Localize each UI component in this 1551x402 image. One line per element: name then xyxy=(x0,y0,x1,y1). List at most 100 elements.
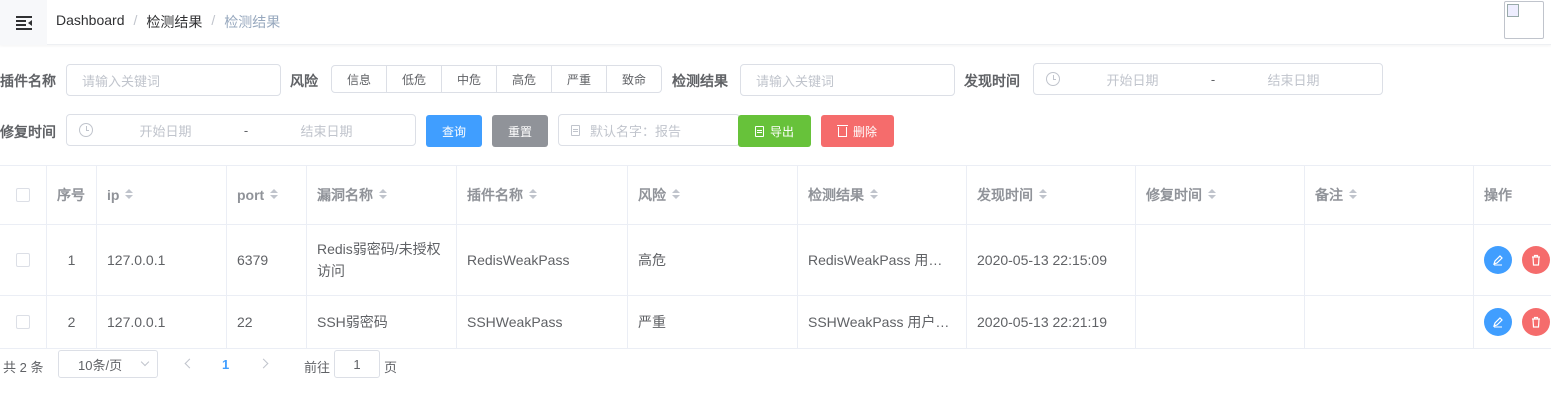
menu-fold-icon xyxy=(15,15,32,30)
cell-vuln-name: SSH弱密码 xyxy=(307,296,457,348)
col-header-found-time[interactable]: 发现时间 xyxy=(967,166,1136,224)
sort-icon[interactable] xyxy=(270,189,279,201)
goto-label: 前往 xyxy=(304,360,331,375)
trash-icon xyxy=(836,125,848,137)
cell-vuln-name: Redis弱密码/未授权访问 xyxy=(307,225,457,295)
col-header-check-result[interactable]: 检测结果 xyxy=(798,166,967,224)
edit-icon xyxy=(1493,255,1503,266)
cell-risk: 高危 xyxy=(628,225,798,295)
cell-repair-time xyxy=(1136,296,1305,348)
check-result-label: 检测结果 xyxy=(672,73,728,89)
row-checkbox[interactable] xyxy=(16,315,30,329)
sort-icon[interactable] xyxy=(529,189,537,201)
table-row: 1 127.0.0.1 6379 Redis弱密码/未授权访问 RedisWea… xyxy=(0,225,1551,296)
plugin-name-label: 插件名称 xyxy=(0,73,56,89)
chevron-down-icon xyxy=(140,357,150,367)
risk-option-fatal[interactable]: 致命 xyxy=(607,65,662,93)
risk-option-high[interactable]: 高危 xyxy=(497,65,552,93)
risk-option-info[interactable]: 信息 xyxy=(331,65,387,93)
repair-time-label: 修复时间 xyxy=(0,124,56,140)
risk-option-low[interactable]: 低危 xyxy=(387,65,442,93)
col-header-repair-time[interactable]: 修复时间 xyxy=(1136,166,1305,224)
breadcrumb-parent[interactable]: 检测结果 xyxy=(146,12,202,32)
pagination: 共 2 条 10条/页 1 前往 1 页 xyxy=(0,349,1551,381)
breadcrumb-separator: / xyxy=(211,12,216,28)
edit-icon xyxy=(1493,317,1503,328)
col-header-index: 序号 xyxy=(47,166,97,224)
risk-label: 风险 xyxy=(290,73,318,89)
next-page-icon[interactable] xyxy=(258,358,269,369)
risk-option-severe[interactable]: 严重 xyxy=(552,65,607,93)
cell-check-result: RedisWeakPass 用户名： xyxy=(798,225,967,295)
sort-icon[interactable] xyxy=(1208,189,1216,201)
cell-port: 22 xyxy=(227,296,307,348)
col-header-note[interactable]: 备注 xyxy=(1305,166,1474,224)
top-navbar: Dashboard / 检测结果 / 检测结果 xyxy=(0,0,1551,45)
cell-actions xyxy=(1474,296,1551,348)
check-result-input[interactable]: 请输入关键词 xyxy=(740,64,955,96)
breadcrumb-dashboard[interactable]: Dashboard xyxy=(56,12,125,32)
document-icon xyxy=(571,124,580,136)
delete-row-button[interactable] xyxy=(1522,246,1550,274)
breadcrumb: Dashboard / 检测结果 / 检测结果 xyxy=(56,12,280,32)
delete-row-button[interactable] xyxy=(1522,308,1550,336)
reset-button[interactable]: 重置 xyxy=(492,115,548,147)
sort-icon[interactable] xyxy=(672,189,680,201)
edit-button[interactable] xyxy=(1484,246,1512,274)
select-all-cell xyxy=(0,166,47,224)
cell-ip: 127.0.0.1 xyxy=(97,225,227,295)
plugin-name-input[interactable]: 请输入关键词 xyxy=(66,64,281,96)
page-number-current[interactable]: 1 xyxy=(222,357,229,372)
page-size-select[interactable]: 10条/页 xyxy=(58,350,158,378)
export-filename-input[interactable]: 默认名字：报告 xyxy=(558,114,740,146)
risk-radio-group: 信息 低危 中危 高危 严重 致命 xyxy=(331,65,662,93)
delete-button[interactable]: 删除 xyxy=(821,115,894,147)
col-header-vuln-name[interactable]: 漏洞名称 xyxy=(307,166,457,224)
row-checkbox[interactable] xyxy=(16,253,30,267)
cell-risk: 严重 xyxy=(628,296,798,348)
trash-icon xyxy=(1532,254,1540,266)
query-button[interactable]: 查询 xyxy=(426,115,482,147)
sort-icon[interactable] xyxy=(125,189,134,201)
found-time-label: 发现时间 xyxy=(964,73,1020,89)
col-header-plugin-name[interactable]: 插件名称 xyxy=(457,166,628,224)
export-button[interactable]: 导出 xyxy=(738,115,811,147)
sort-icon[interactable] xyxy=(1039,189,1047,201)
col-header-risk[interactable]: 风险 xyxy=(628,166,798,224)
repair-time-daterange[interactable]: 开始日期 - 结束日期 xyxy=(66,114,416,146)
goto-page-input[interactable]: 1 xyxy=(334,350,380,378)
col-header-actions: 操作 xyxy=(1484,187,1512,203)
found-time-daterange[interactable]: 开始日期 - 结束日期 xyxy=(1033,63,1383,95)
edit-button[interactable] xyxy=(1484,308,1512,336)
cell-ip: 127.0.0.1 xyxy=(97,296,227,348)
cell-plugin-name: SSHWeakPass xyxy=(457,296,628,348)
hamburger-menu-icon[interactable] xyxy=(0,0,47,45)
found-end-date[interactable]: 结束日期 xyxy=(1221,70,1366,89)
clock-icon xyxy=(79,123,93,137)
col-header-port[interactable]: port xyxy=(227,166,307,224)
found-start-date[interactable]: 开始日期 xyxy=(1060,70,1205,89)
col-header-ip[interactable]: ip xyxy=(97,166,227,224)
table-row: 2 127.0.0.1 22 SSH弱密码 SSHWeakPass 严重 SSH… xyxy=(0,296,1551,349)
breadcrumb-separator: / xyxy=(133,12,138,28)
prev-page-icon[interactable] xyxy=(184,358,195,369)
risk-option-medium[interactable]: 中危 xyxy=(442,65,497,93)
cell-check-result: SSHWeakPass 用户名： xyxy=(798,296,967,348)
sort-icon[interactable] xyxy=(870,189,878,201)
cell-repair-time xyxy=(1136,225,1305,295)
sort-icon[interactable] xyxy=(379,189,387,201)
repair-start-date[interactable]: 开始日期 xyxy=(93,121,238,140)
cell-index: 2 xyxy=(47,296,97,348)
repair-end-date[interactable]: 结束日期 xyxy=(254,121,399,140)
select-all-checkbox[interactable] xyxy=(16,188,30,202)
cell-note xyxy=(1305,296,1474,348)
page-suffix-label: 页 xyxy=(384,360,398,375)
document-icon xyxy=(754,125,764,137)
cell-index: 1 xyxy=(47,225,97,295)
clock-icon xyxy=(1046,72,1060,86)
cell-plugin-name: RedisWeakPass xyxy=(457,225,628,295)
sort-icon[interactable] xyxy=(1349,189,1357,201)
avatar[interactable] xyxy=(1504,1,1544,39)
cell-port: 6379 xyxy=(227,225,307,295)
cell-note xyxy=(1305,225,1474,295)
